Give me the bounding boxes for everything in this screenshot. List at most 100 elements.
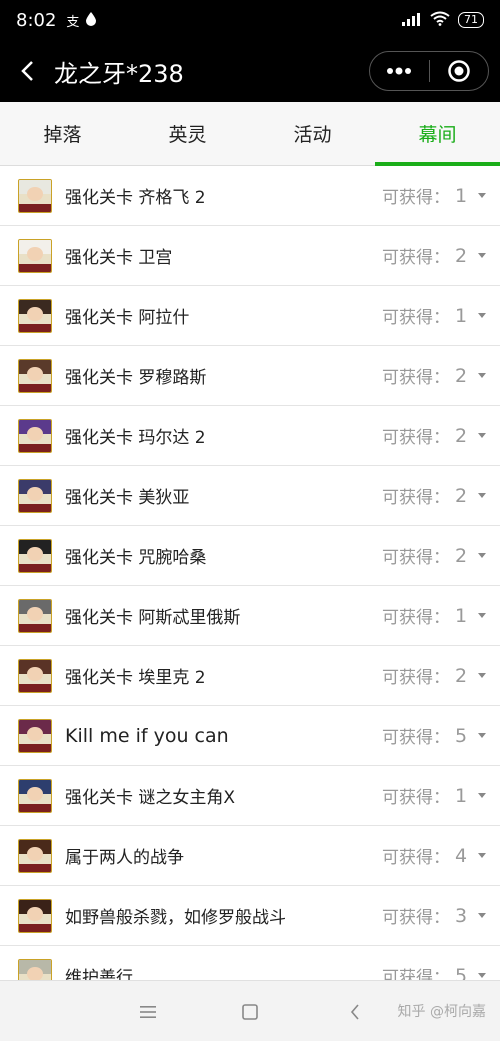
servant-avatar — [18, 358, 52, 393]
list-item[interactable]: 强化关卡 埃里克 2 可获得： 2 — [0, 646, 500, 706]
avatar-face — [27, 726, 43, 741]
obtain-value: 2 — [454, 484, 468, 507]
quest-name: 维护善行 — [65, 968, 133, 980]
obtain-value: 2 — [454, 364, 468, 387]
obtain-selector[interactable]: 可获得： 1 — [382, 303, 486, 328]
avatar-badge — [19, 564, 51, 572]
quest-name: 强化关卡 咒腕哈桑 — [65, 548, 207, 568]
list-item[interactable]: 强化关卡 美狄亚 可获得： 2 — [0, 466, 500, 526]
caret-down-icon — [478, 433, 486, 438]
quest-name: Kill me if you can — [65, 724, 229, 747]
avatar-badge — [19, 744, 51, 752]
avatar-face — [27, 546, 43, 561]
obtain-label: 可获得： — [382, 848, 450, 868]
quest-name: 强化关卡 齐格飞 2 — [65, 188, 206, 208]
caret-down-icon — [478, 973, 486, 978]
obtain-selector[interactable]: 可获得： 2 — [382, 663, 486, 688]
servant-avatar — [18, 238, 52, 273]
quest-name: 强化关卡 埃里克 2 — [65, 668, 206, 688]
obtain-selector[interactable]: 可获得： 3 — [382, 903, 486, 928]
obtain-selector[interactable]: 可获得： 5 — [382, 963, 486, 980]
status-time: 8:02 — [16, 9, 57, 31]
quest-name: 属于两人的战争 — [65, 848, 184, 868]
list-item[interactable]: 强化关卡 谜之女主角X 可获得： 1 — [0, 766, 500, 826]
obtain-value: 2 — [454, 544, 468, 567]
close-button[interactable] — [430, 52, 489, 90]
obtain-selector[interactable]: 可获得： 4 — [382, 843, 486, 868]
title-bar: 龙之牙*238 — [0, 40, 500, 102]
tab-1[interactable]: 英灵 — [125, 102, 250, 165]
caret-down-icon — [478, 793, 486, 798]
list-item[interactable]: Kill me if you can 可获得： 5 — [0, 706, 500, 766]
menu-button[interactable] — [133, 997, 163, 1027]
obtain-selector[interactable]: 可获得： 2 — [382, 543, 486, 568]
list-item[interactable]: 强化关卡 玛尔达 2 可获得： 2 — [0, 406, 500, 466]
obtain-selector[interactable]: 可获得： 1 — [382, 603, 486, 628]
obtain-label: 可获得： — [382, 968, 450, 980]
avatar-badge — [19, 264, 51, 272]
wifi-icon — [430, 11, 450, 30]
quest-name: 如野兽般杀戮，如修罗般战斗 — [65, 908, 286, 928]
quest-list: 强化关卡 齐格飞 2 可获得： 1 强化关卡 卫宫 可获得： 2 强化关卡 阿拉什 可获得： 1… — [0, 166, 500, 980]
signal-icon — [402, 11, 422, 30]
list-item[interactable]: 强化关卡 咒腕哈桑 可获得： 2 — [0, 526, 500, 586]
quest-name: 强化关卡 美狄亚 — [65, 488, 190, 508]
list-item[interactable]: 如野兽般杀戮，如修罗般战斗 可获得： 3 — [0, 886, 500, 946]
status-bar: 8:02 支 71 — [0, 0, 500, 40]
list-item[interactable]: 属于两人的战争 可获得： 4 — [0, 826, 500, 886]
obtain-selector[interactable]: 可获得： 2 — [382, 423, 486, 448]
obtain-value: 2 — [454, 424, 468, 447]
home-button[interactable] — [235, 997, 265, 1027]
obtain-selector[interactable]: 可获得： 1 — [382, 783, 486, 808]
system-nav-bar: 知乎 @柯向嘉 — [0, 980, 500, 1041]
avatar-face — [27, 426, 43, 441]
drop-icon — [85, 11, 97, 30]
avatar-face — [27, 786, 43, 801]
list-item[interactable]: 强化关卡 齐格飞 2 可获得： 1 — [0, 166, 500, 226]
watermark: 知乎 @柯向嘉 — [397, 1004, 486, 1020]
obtain-value: 1 — [454, 304, 468, 327]
caret-down-icon — [478, 553, 486, 558]
obtain-selector[interactable]: 可获得： 5 — [382, 723, 486, 748]
status-indicator: 支 — [66, 14, 80, 30]
obtain-label: 可获得： — [382, 488, 450, 508]
list-item[interactable]: 强化关卡 罗穆路斯 可获得： 2 — [0, 346, 500, 406]
obtain-label: 可获得： — [382, 248, 450, 268]
tab-2[interactable]: 活动 — [250, 102, 375, 165]
quest-name: 强化关卡 罗穆路斯 — [65, 368, 207, 388]
list-item[interactable]: 强化关卡 阿斯忒里俄斯 可获得： 1 — [0, 586, 500, 646]
avatar-face — [27, 906, 43, 921]
obtain-value: 5 — [454, 724, 468, 747]
avatar-face — [27, 966, 43, 980]
obtain-label: 可获得： — [382, 668, 450, 688]
servant-avatar — [18, 778, 52, 813]
avatar-face — [27, 186, 43, 201]
list-item[interactable]: 强化关卡 阿拉什 可获得： 1 — [0, 286, 500, 346]
obtain-label: 可获得： — [382, 908, 450, 928]
obtain-label: 可获得： — [382, 608, 450, 628]
tab-3[interactable]: 幕间 — [375, 102, 500, 166]
obtain-selector[interactable]: 可获得： 2 — [382, 483, 486, 508]
tab-0[interactable]: 掉落 — [0, 102, 125, 165]
servant-avatar — [18, 538, 52, 573]
obtain-selector[interactable]: 可获得： 2 — [382, 243, 486, 268]
caret-down-icon — [478, 253, 486, 258]
obtain-selector[interactable]: 可获得： 1 — [382, 183, 486, 208]
obtain-selector[interactable]: 可获得： 2 — [382, 363, 486, 388]
avatar-badge — [19, 504, 51, 512]
system-back-button[interactable] — [340, 997, 370, 1027]
caret-down-icon — [478, 733, 486, 738]
avatar-badge — [19, 684, 51, 692]
back-button[interactable] — [0, 40, 54, 102]
quest-name: 强化关卡 玛尔达 2 — [65, 428, 206, 448]
avatar-badge — [19, 624, 51, 632]
list-item[interactable]: 维护善行 可获得： 5 — [0, 946, 500, 980]
avatar-face — [27, 306, 43, 321]
list-item[interactable]: 强化关卡 卫宫 可获得： 2 — [0, 226, 500, 286]
back-chevron-icon — [350, 1004, 359, 1020]
avatar-badge — [19, 204, 51, 212]
page-title: 龙之牙*238 — [54, 59, 184, 88]
avatar-face — [27, 366, 43, 381]
obtain-value: 2 — [454, 244, 468, 267]
more-button[interactable] — [370, 52, 429, 90]
